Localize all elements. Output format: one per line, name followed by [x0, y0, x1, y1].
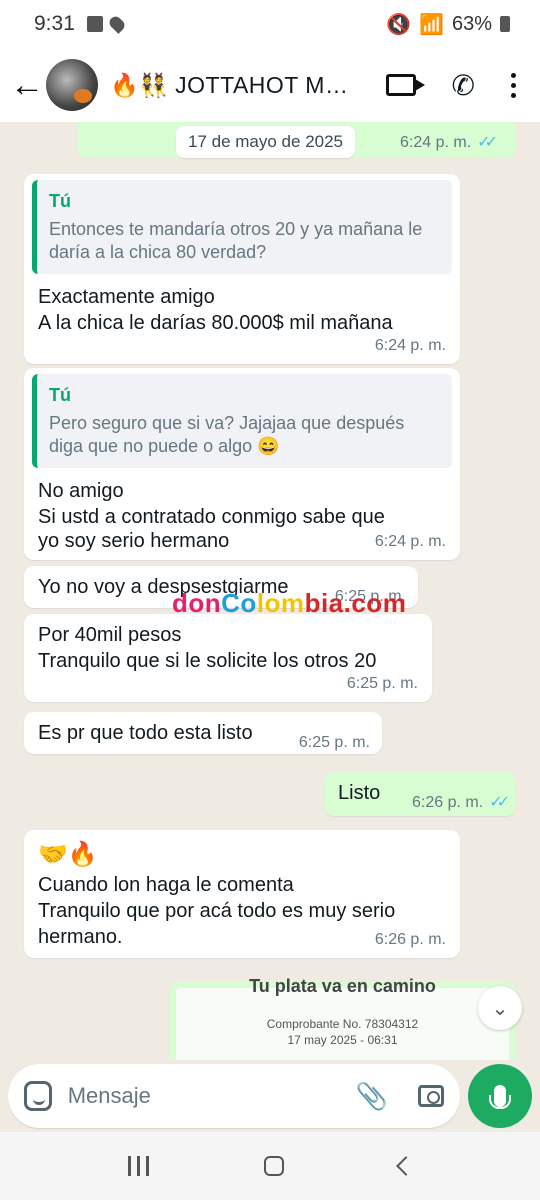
message-time: 6:24 p. m. ✓✓ — [400, 134, 498, 151]
message-text: Tranquilo que por acá todo es muy serio — [38, 900, 396, 922]
message-text: Si ustd a contratado conmigo sabe que — [38, 506, 385, 528]
message-bubble[interactable]: Por 40mil pesos Tranquilo que si le soli… — [24, 614, 432, 702]
message-bubble[interactable]: Tú Pero seguro que si va? Jajajaa que de… — [24, 368, 460, 560]
quote-author: Tú — [49, 191, 71, 211]
nav-back-icon[interactable] — [395, 1156, 416, 1176]
wifi-icon: 📶 — [419, 13, 444, 36]
read-receipt-icon: ✓✓ — [477, 134, 498, 151]
gallery-icon — [86, 16, 103, 32]
home-icon[interactable] — [263, 1156, 284, 1176]
video-call-icon[interactable] — [385, 74, 425, 96]
receipt-number: Comprobante No. 78304312 — [266, 1017, 419, 1031]
quote-text: Entonces te mandaría otros 20 y ya mañan… — [49, 219, 423, 262]
more-options-icon[interactable] — [511, 72, 516, 98]
message-text: Exactamente amigo — [38, 286, 215, 308]
receipt-title: Tu plata va en camino — [249, 976, 436, 996]
chat-title[interactable]: 🔥👯 JOTTAHOT MANIZALES — [110, 72, 350, 99]
chat-area[interactable]: 17 de mayo de 2025 6:24 p. m. ✓✓ Tú Enton… — [0, 122, 540, 1060]
message-bubble[interactable]: Es pr que todo esta listo 6:25 p. m. — [24, 712, 382, 754]
status-right-icons: 🔇 📶 63% — [386, 12, 510, 37]
message-input-pill[interactable]: 📎 — [8, 1064, 460, 1128]
attach-icon[interactable]: 📎 — [356, 1081, 388, 1112]
avatar[interactable] — [46, 59, 98, 111]
date-chip: 17 de mayo de 2025 — [176, 126, 356, 158]
message-input[interactable] — [67, 1083, 356, 1109]
status-bar: 9:31 🔇 📶 63% — [0, 0, 540, 48]
message-time: 6:26 p. m. ✓✓ — [412, 794, 510, 811]
message-bubble[interactable]: Tú Entonces te mandaría otros 20 y ya ma… — [24, 174, 460, 364]
message-text: No amigo — [38, 480, 124, 502]
message-bubble-outgoing[interactable]: Listo 6:26 p. m. ✓✓ — [324, 772, 516, 816]
message-bubble[interactable]: 🤝🔥 Cuando lon haga le comenta Tranquilo … — [24, 830, 460, 958]
receipt-image[interactable]: Tu plata va en camino Comprobante No. 78… — [170, 976, 515, 1060]
message-text: Tranquilo que si le solicite los otros 2… — [38, 650, 377, 672]
camera-icon[interactable] — [418, 1085, 444, 1107]
phone-call-icon[interactable]: ✆ — [452, 69, 475, 102]
location-icon — [106, 14, 127, 34]
recent-apps-icon[interactable] — [127, 1156, 149, 1176]
message-time: 6:25 p. m. — [346, 675, 418, 692]
emoji-sticker-icon[interactable] — [24, 1081, 52, 1111]
status-time: 9:31 — [34, 12, 75, 35]
read-receipt-icon: ✓✓ — [489, 794, 510, 811]
system-nav-bar — [0, 1132, 540, 1200]
mute-icon: 🔇 — [386, 13, 412, 36]
double-chevron-down-icon: ⌄ — [491, 997, 509, 1020]
microphone-icon — [489, 1085, 511, 1109]
message-time: 6:24 p. m. — [374, 337, 446, 354]
quote-author: Tú — [49, 385, 71, 405]
status-left-icons — [86, 14, 127, 34]
battery-icon — [500, 16, 510, 32]
voice-record-button[interactable] — [468, 1064, 532, 1128]
input-bar: 📎 — [0, 1060, 540, 1132]
chat-header: ← 🔥👯 JOTTAHOT MANIZALES ✆ — [0, 48, 540, 122]
quote-text: Pero seguro que si va? Jajajaa que despu… — [49, 413, 405, 456]
quoted-message[interactable]: Tú Entonces te mandaría otros 20 y ya ma… — [32, 180, 452, 274]
message-text: Por 40mil pesos — [38, 624, 182, 646]
message-emoji: 🤝🔥 — [38, 841, 98, 868]
back-arrow-icon[interactable]: ← — [10, 68, 44, 102]
battery-percent: 63% — [451, 12, 492, 35]
message-time: 6:25 p. m. — [298, 734, 370, 751]
receipt-date: 17 may 2025 - 06:31 — [287, 1033, 398, 1047]
scroll-down-button[interactable]: ⌄ — [478, 986, 522, 1030]
quoted-message[interactable]: Tú Pero seguro que si va? Jajajaa que de… — [32, 374, 452, 468]
message-text: A la chica le darías 80.000$ mil mañana — [38, 312, 393, 334]
header-actions: ✆ — [385, 69, 530, 102]
message-text: Cuando lon haga le comenta — [38, 874, 294, 896]
